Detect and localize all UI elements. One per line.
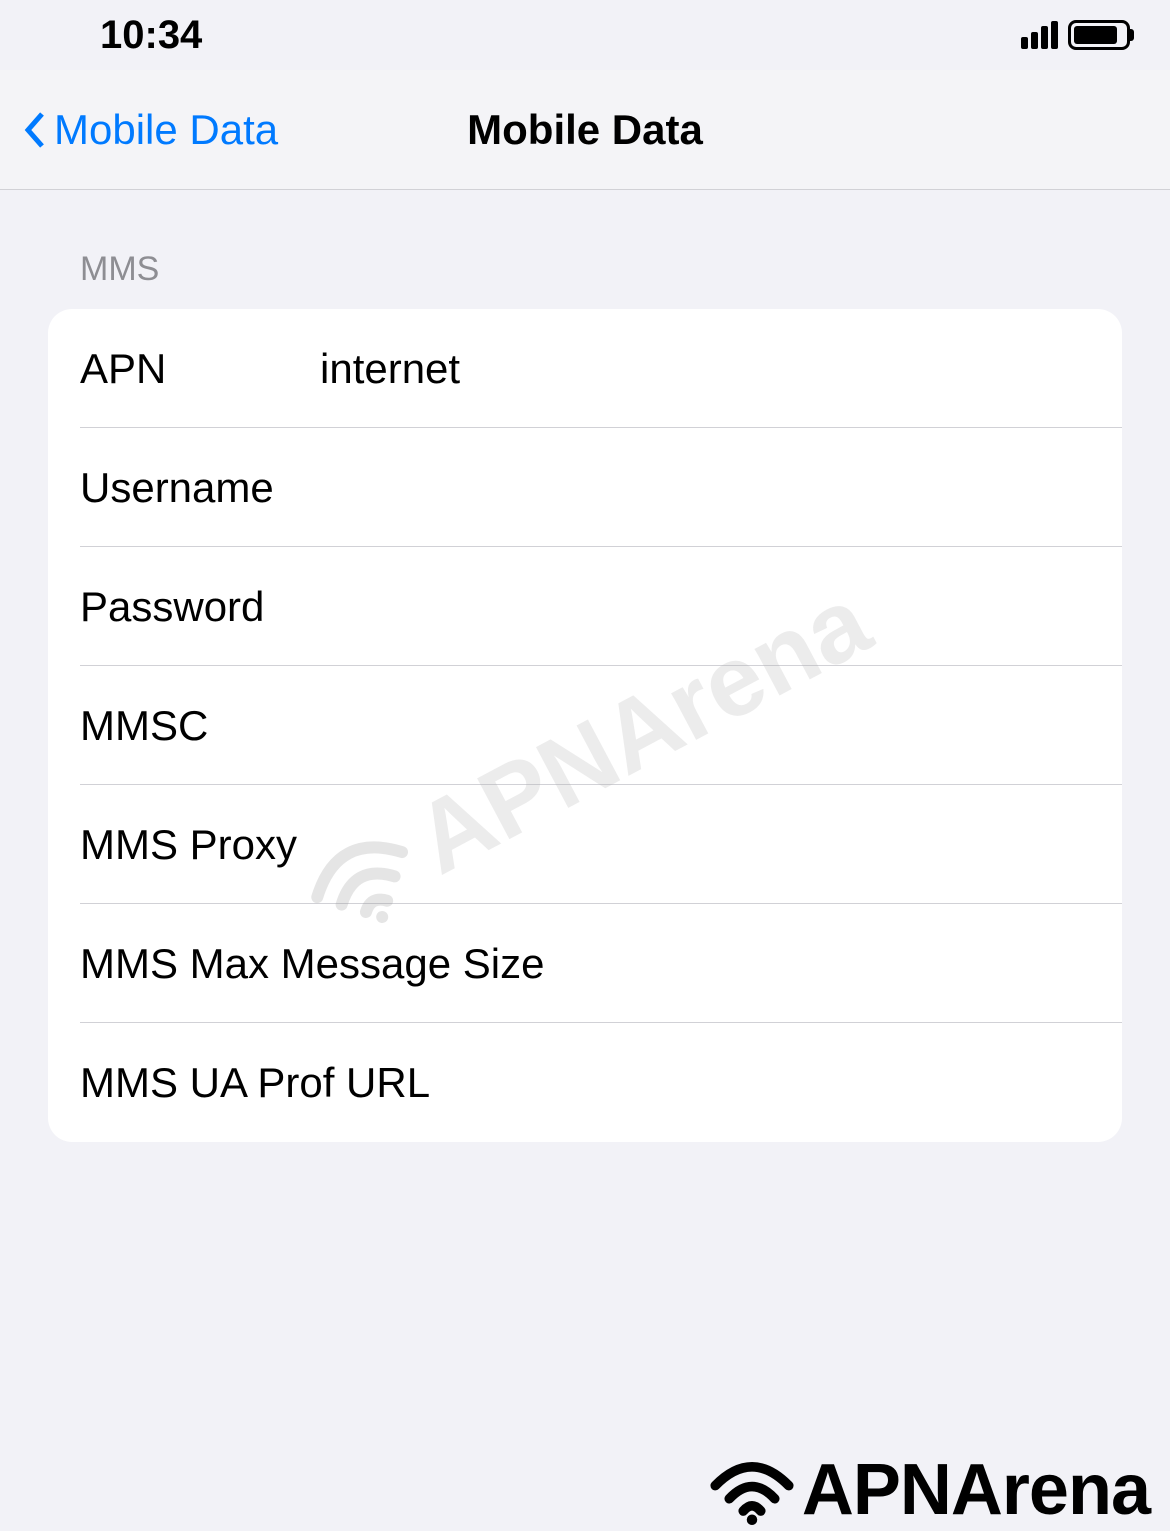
page-title: Mobile Data: [467, 106, 703, 154]
mms-proxy-label: MMS Proxy: [80, 821, 297, 869]
back-label: Mobile Data: [54, 106, 278, 154]
username-input[interactable]: [320, 464, 1122, 512]
back-button[interactable]: Mobile Data: [0, 106, 278, 154]
password-row[interactable]: Password: [48, 547, 1122, 666]
status-bar: 10:34: [0, 0, 1170, 70]
content-area: MMS APN Username Password MMSC MMS Proxy: [0, 190, 1170, 1142]
password-input[interactable]: [320, 583, 1122, 631]
brand-text: APNArena: [802, 1449, 1150, 1531]
chevron-left-icon: [22, 110, 46, 150]
apn-label: APN: [80, 345, 320, 393]
apn-input[interactable]: [320, 345, 1122, 393]
wifi-icon: [706, 1455, 798, 1525]
mmsc-row[interactable]: MMSC: [48, 666, 1122, 785]
mms-max-size-row[interactable]: MMS Max Message Size: [48, 904, 1122, 1023]
mms-max-size-label: MMS Max Message Size: [80, 940, 544, 988]
mms-proxy-row[interactable]: MMS Proxy: [48, 785, 1122, 904]
mms-ua-prof-label: MMS UA Prof URL: [80, 1059, 430, 1107]
username-row[interactable]: Username: [48, 428, 1122, 547]
mms-ua-prof-input[interactable]: [430, 1059, 1122, 1107]
cellular-signal-icon: [1021, 21, 1058, 49]
status-icons: [1021, 20, 1130, 50]
apn-row[interactable]: APN: [48, 309, 1122, 428]
battery-icon: [1068, 20, 1130, 50]
settings-group-mms: APN Username Password MMSC MMS Proxy MMS…: [48, 309, 1122, 1142]
username-label: Username: [80, 464, 320, 512]
navigation-bar: Mobile Data Mobile Data: [0, 70, 1170, 190]
mms-max-size-input[interactable]: [544, 940, 1122, 988]
mmsc-input[interactable]: [320, 702, 1122, 750]
mms-ua-prof-row[interactable]: MMS UA Prof URL: [48, 1023, 1122, 1142]
mms-proxy-input[interactable]: [297, 821, 1122, 869]
section-header-mms: MMS: [48, 250, 1122, 289]
password-label: Password: [80, 583, 320, 631]
status-time: 10:34: [100, 13, 202, 58]
brand-footer: APNArena: [706, 1449, 1150, 1531]
mmsc-label: MMSC: [80, 702, 320, 750]
